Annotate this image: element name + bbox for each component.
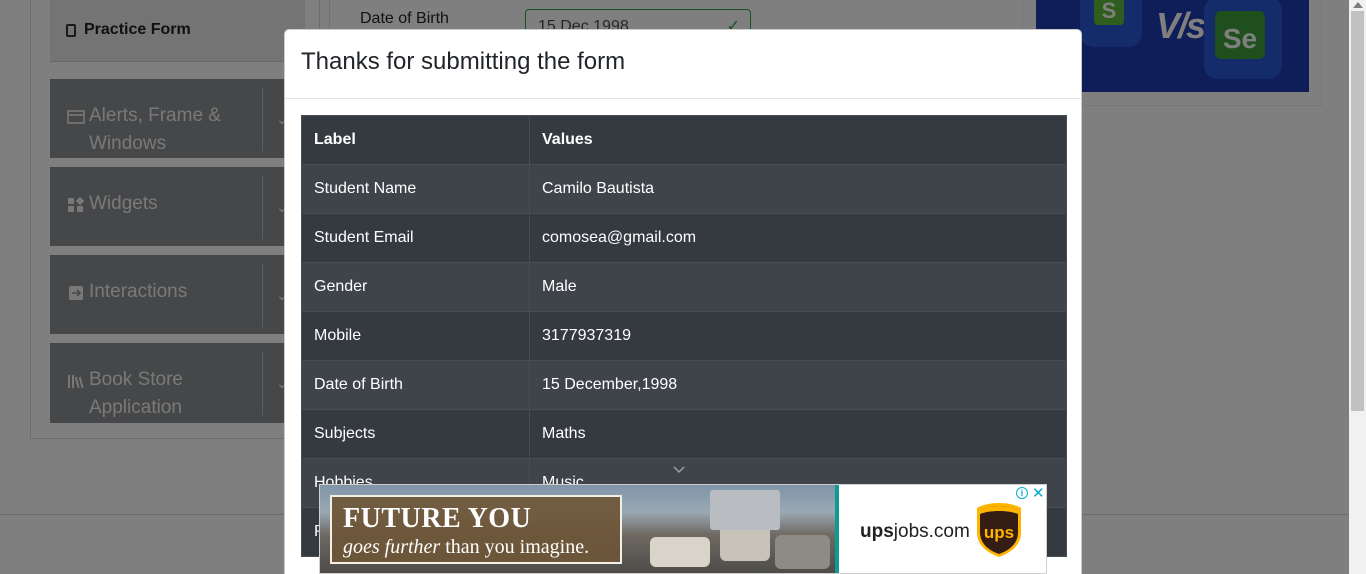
row-value: Camilo Bautista	[529, 164, 1067, 214]
ad-banner[interactable]: FUTURE YOU goes further than you imagine…	[319, 484, 1047, 574]
row-label: Date of Birth	[301, 360, 530, 410]
ad-subline-italic: goes further	[343, 536, 441, 558]
scroll-up-icon[interactable]	[1353, 2, 1363, 8]
ad-text-box: FUTURE YOU goes further than you imagine…	[330, 495, 622, 564]
column-header: Label	[301, 115, 530, 165]
ad-photo-car	[775, 535, 830, 569]
table-row: Student Email comosea@gmail.com	[301, 213, 1067, 263]
ad-headline: FUTURE YOU	[343, 503, 532, 534]
row-label: Mobile	[301, 311, 530, 361]
ad-photo-bus	[710, 490, 780, 530]
row-value: 3177937319	[529, 311, 1067, 361]
row-value: 15 December,1998	[529, 360, 1067, 410]
table-row: Date of Birth 15 December,1998	[301, 360, 1067, 410]
close-icon[interactable]: ✕	[1032, 485, 1045, 502]
row-label: Gender	[301, 262, 530, 312]
ad-domain-bold: ups	[860, 521, 894, 542]
ad-subline-rest: than you imagine.	[440, 536, 590, 558]
row-value: Male	[529, 262, 1067, 312]
modal-header: Thanks for submitting the form	[285, 30, 1081, 99]
row-label: Student Email	[301, 213, 530, 263]
ad-photo-car	[650, 537, 710, 567]
table-row: Subjects Maths	[301, 409, 1067, 459]
ad-photo: FUTURE YOU goes further than you imagine…	[320, 485, 835, 573]
chevron-down-icon	[673, 466, 685, 474]
ad-photo-car	[720, 525, 770, 561]
row-label: Student Name	[301, 164, 530, 214]
table-row: Mobile 3177937319	[301, 311, 1067, 361]
scrollbar-thumb[interactable]	[1351, 11, 1364, 411]
row-value: Maths	[529, 409, 1067, 459]
table-header-row: Label Values	[301, 115, 1067, 165]
table-row: Student Name Camilo Bautista	[301, 164, 1067, 214]
modal-title: Thanks for submitting the form	[301, 48, 626, 75]
ad-domain[interactable]: upsjobs.com	[860, 521, 970, 543]
ups-logo-text: ups	[984, 523, 1014, 542]
ad-domain-rest: jobs.com	[893, 521, 970, 542]
column-header: Values	[529, 115, 1067, 165]
ad-brand-area: upsjobs.com ups i ✕	[839, 485, 1046, 573]
row-value: comosea@gmail.com	[529, 213, 1067, 263]
table-row: Gender Male	[301, 262, 1067, 312]
ups-logo-icon: ups	[977, 503, 1021, 557]
ad-info-icon[interactable]: i	[1016, 487, 1028, 499]
row-label: Subjects	[301, 409, 530, 459]
ad-subline: goes further than you imagine.	[343, 536, 589, 559]
